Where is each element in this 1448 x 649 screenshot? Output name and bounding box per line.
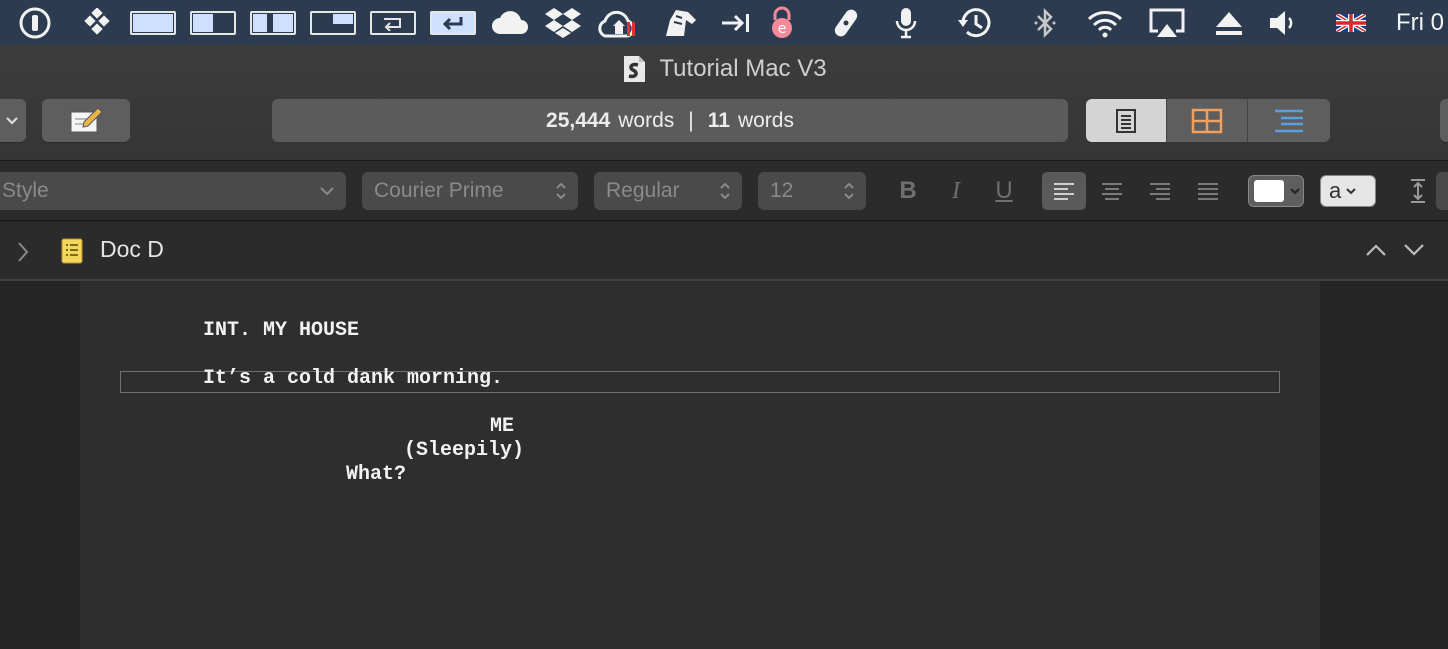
align-left-icon (1054, 183, 1074, 200)
selection-word-count: 11 (707, 108, 730, 132)
dropbox-icon[interactable] (542, 0, 584, 45)
chevron-down-icon (1346, 188, 1356, 195)
window-title-bar: Tutorial Mac V3 (0, 45, 1448, 93)
lock-e-icon[interactable]: e (764, 0, 800, 45)
chevron-down-icon (1290, 188, 1300, 195)
outline-lines-icon (1274, 109, 1303, 132)
corkboard-grid-icon (1191, 108, 1223, 133)
volume-icon[interactable] (1264, 0, 1302, 45)
scene-heading[interactable]: INT. MY HOUSE (203, 319, 359, 342)
font-weight-value: Regular (606, 179, 680, 202)
layout-left-icon[interactable] (188, 0, 238, 45)
menu-bar: e Fri 0 (0, 0, 1448, 45)
style-select-value: Style (2, 179, 49, 202)
spacing-select[interactable] (1436, 172, 1448, 210)
font-family-value: Courier Prime (374, 179, 504, 202)
view-dropdown-button[interactable] (0, 99, 26, 142)
view-corkboard-button[interactable] (1167, 99, 1248, 142)
selection-word-unit: words (737, 108, 794, 132)
font-family-select[interactable]: Courier Prime (362, 172, 578, 210)
scrivener-document-icon (624, 56, 646, 82)
horse-icon[interactable] (660, 0, 700, 45)
clock-text: Fri 0 (1396, 8, 1444, 36)
underline-button[interactable]: U (984, 172, 1024, 210)
1password-icon[interactable] (16, 0, 54, 45)
font-size-select[interactable]: 12 (758, 172, 866, 210)
arrow-to-bar-icon[interactable] (716, 0, 756, 45)
chevron-up-icon[interactable] (1364, 242, 1388, 258)
font-size-value: 12 (770, 179, 794, 202)
align-right-button[interactable] (1140, 172, 1180, 210)
bold-button[interactable]: B (888, 172, 928, 210)
align-justify-icon (1198, 183, 1218, 200)
svg-text:e: e (778, 21, 787, 37)
align-right-icon (1150, 183, 1170, 200)
total-word-unit: words (618, 108, 675, 132)
note-edit-icon (70, 106, 103, 132)
eject-icon[interactable] (1210, 0, 1248, 45)
character-name[interactable]: ME (490, 415, 514, 438)
text-color-well[interactable]: a (1320, 175, 1376, 207)
chevron-down-icon[interactable] (1402, 242, 1426, 258)
dialogue-line[interactable]: What? (346, 463, 406, 486)
menubar-clock[interactable]: Fri 0 (1396, 0, 1448, 45)
document-note-icon (61, 238, 83, 264)
line-spacing-button[interactable] (1398, 172, 1438, 210)
align-center-button[interactable] (1092, 172, 1132, 210)
align-center-icon (1102, 183, 1122, 200)
chevron-right-icon[interactable] (16, 240, 30, 264)
up-down-chevron-icon (844, 182, 854, 200)
bluetooth-icon[interactable] (1028, 0, 1062, 45)
document-title: Doc D (100, 236, 164, 262)
align-left-button[interactable] (1042, 172, 1086, 210)
style-select[interactable]: Style (0, 172, 346, 210)
up-down-chevron-icon (720, 182, 730, 200)
cloud-icon[interactable] (488, 0, 532, 45)
word-count-display[interactable]: 25,444 words | 11 words (272, 99, 1068, 142)
parenthetical[interactable]: (Sleepily) (404, 439, 524, 462)
wifi-icon[interactable] (1084, 0, 1126, 45)
airplay-icon[interactable] (1146, 0, 1188, 45)
inspector-button[interactable] (1440, 99, 1448, 142)
view-outline-button[interactable] (1248, 99, 1329, 142)
return-icon[interactable] (428, 0, 478, 45)
highlight-swatch (1254, 180, 1284, 202)
chevron-down-icon (320, 187, 334, 196)
total-word-count: 25,444 (546, 108, 611, 132)
bandage-icon[interactable] (826, 0, 866, 45)
time-machine-icon[interactable] (954, 0, 996, 45)
window-toolbar: Tutorial Mac V3 25,444 words | 11 words (0, 45, 1448, 161)
action-line[interactable]: It’s a cold dank morning. (203, 367, 503, 390)
highlight-color-well[interactable] (1248, 175, 1304, 207)
document-view-icon (1116, 108, 1136, 133)
uk-flag-icon[interactable] (1332, 0, 1370, 45)
layout-split-icon[interactable] (248, 0, 298, 45)
align-justify-button[interactable] (1188, 172, 1228, 210)
layout-full-icon[interactable] (128, 0, 178, 45)
format-bar: Style Courier Prime Regular 12 B I U a (0, 161, 1448, 221)
italic-button[interactable]: I (936, 172, 976, 210)
layout-corner-icon[interactable] (308, 0, 358, 45)
text-color-label: a (1329, 178, 1342, 203)
view-mode-group (1086, 99, 1330, 142)
up-down-chevron-icon (556, 182, 566, 200)
compose-button[interactable] (42, 99, 130, 142)
editor-header-bar: Doc D (0, 222, 1448, 281)
window-title: Tutorial Mac V3 (659, 55, 827, 82)
chevron-down-icon (6, 116, 18, 125)
line-spacing-icon (1411, 179, 1425, 203)
font-weight-select[interactable]: Regular (594, 172, 742, 210)
home-cloud-icon[interactable] (596, 0, 642, 45)
microphone-icon[interactable] (888, 0, 924, 45)
word-count-separator: | (688, 108, 694, 132)
dropbox-grid-icon[interactable] (80, 0, 114, 45)
view-document-button[interactable] (1086, 99, 1167, 142)
loop-icon[interactable] (368, 0, 418, 45)
